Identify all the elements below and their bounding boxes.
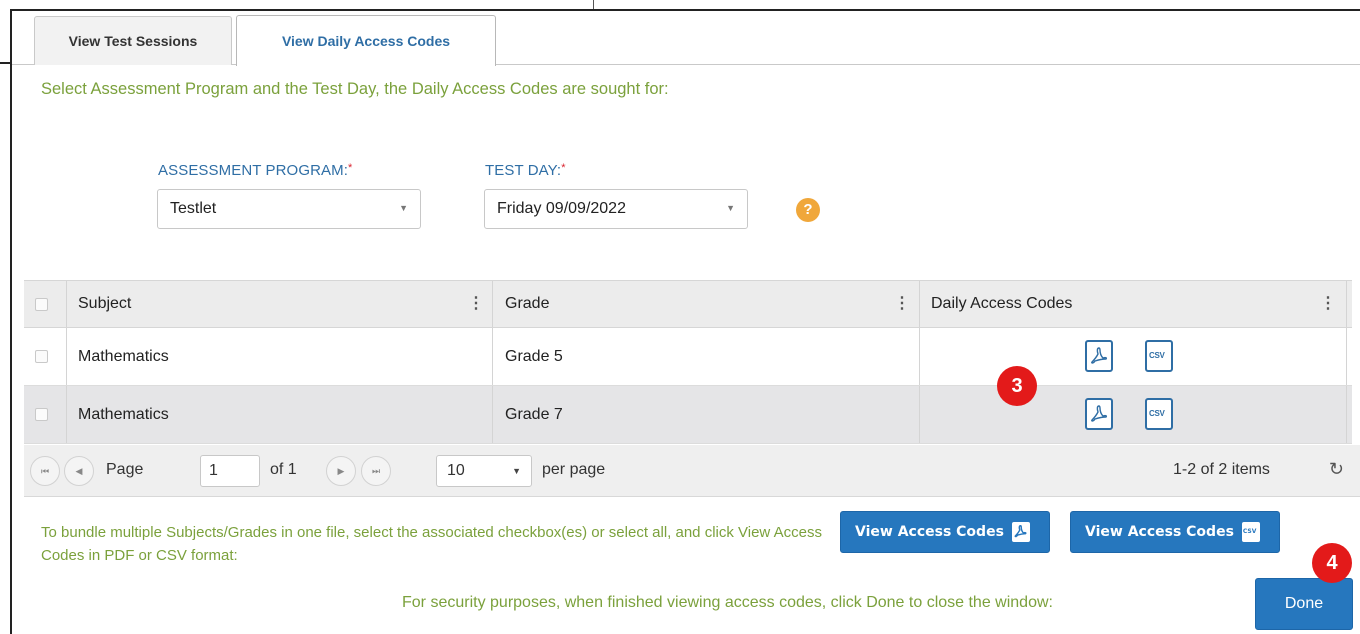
- column-menu-icon[interactable]: ⋮: [894, 293, 910, 313]
- first-page-icon[interactable]: ⏮: [30, 456, 60, 486]
- test-day-label-text: TEST DAY:: [485, 162, 562, 179]
- top-divider-tick: [593, 0, 594, 9]
- chevron-down-icon: ▼: [399, 203, 408, 213]
- assessment-program-select[interactable]: Testlet ▼: [157, 189, 421, 229]
- pdf-icon[interactable]: [1085, 398, 1113, 430]
- next-page-icon[interactable]: ▶: [326, 456, 356, 486]
- csv-icon: CSV: [1241, 522, 1260, 542]
- page-number-input[interactable]: 1: [200, 455, 260, 487]
- refresh-icon[interactable]: ↻: [1329, 459, 1344, 480]
- view-access-codes-pdf-button[interactable]: View Access Codes: [840, 511, 1050, 553]
- select-all-checkbox[interactable]: [35, 298, 48, 311]
- column-header-daily-access-codes[interactable]: Daily Access Codes: [931, 281, 1072, 327]
- grid-pager: ⏮ ◀ Page 1 of 1 ▶ ⏭ 10 ▼ per page 1-2 of…: [24, 445, 1360, 497]
- column-divider: [66, 328, 67, 385]
- column-divider: [66, 386, 67, 443]
- test-day-select[interactable]: Friday 09/09/2022 ▼: [484, 189, 748, 229]
- done-button[interactable]: Done: [1255, 578, 1353, 630]
- bundle-instruction-text: To bundle multiple Subjects/Grades in on…: [41, 524, 822, 564]
- access-codes-grid: Subject ⋮ Grade ⋮ Daily Access Codes ⋮ M…: [24, 280, 1352, 444]
- csv-icon-label: CSV: [1149, 409, 1165, 418]
- step-badge-4: 4: [1312, 543, 1352, 583]
- column-header-grade[interactable]: Grade: [505, 281, 549, 327]
- view-pdf-button-label: View Access Codes: [855, 524, 1004, 540]
- cell-grade: Grade 7: [505, 405, 563, 423]
- tab-view-test-sessions[interactable]: View Test Sessions: [34, 16, 232, 65]
- csv-icon-label: CSV: [1149, 351, 1165, 360]
- page-size-value: 10: [447, 462, 465, 479]
- security-instruction-text: For security purposes, when finished vie…: [402, 594, 1053, 611]
- column-menu-icon[interactable]: ⋮: [1320, 293, 1336, 313]
- test-day-label: TEST DAY:*: [485, 162, 566, 179]
- grid-header: Subject ⋮ Grade ⋮ Daily Access Codes ⋮: [24, 280, 1352, 328]
- page-size-select[interactable]: 10 ▼: [436, 455, 532, 487]
- column-divider: [1346, 386, 1347, 443]
- view-access-codes-csv-button[interactable]: View Access Codes CSV: [1070, 511, 1280, 553]
- tab-view-daily-access-codes[interactable]: View Daily Access Codes: [236, 15, 496, 66]
- tab-bar: View Test Sessions View Daily Access Cod…: [12, 11, 1360, 66]
- page-label: Page: [106, 461, 144, 478]
- table-row[interactable]: Mathematics Grade 5 CSV: [24, 328, 1352, 386]
- pdf-icon: [1011, 522, 1030, 542]
- column-divider: [492, 386, 493, 443]
- column-header-subject[interactable]: Subject: [78, 281, 131, 327]
- chevron-down-icon: ▼: [512, 466, 521, 476]
- pdf-icon[interactable]: [1085, 340, 1113, 372]
- cell-grade: Grade 5: [505, 347, 563, 365]
- table-row[interactable]: Mathematics Grade 7 CSV: [24, 386, 1352, 444]
- view-csv-button-label: View Access Codes: [1085, 524, 1234, 540]
- page-count-label: of 1: [270, 461, 297, 478]
- column-divider: [919, 386, 920, 443]
- test-day-value: Friday 09/09/2022: [497, 200, 626, 217]
- assessment-program-label: ASSESSMENT PROGRAM:*: [158, 162, 352, 179]
- outer-frame-stub: [0, 62, 12, 64]
- step-badge-3: 3: [997, 366, 1037, 406]
- chevron-down-icon: ▼: [726, 203, 735, 213]
- previous-page-icon[interactable]: ◀: [64, 456, 94, 486]
- items-info: 1-2 of 2 items: [1173, 461, 1270, 478]
- column-divider: [919, 281, 920, 327]
- column-divider: [492, 281, 493, 327]
- required-mark: *: [348, 162, 353, 174]
- instruction-text: Select Assessment Program and the Test D…: [41, 80, 669, 98]
- help-icon[interactable]: ?: [796, 198, 820, 222]
- column-divider: [66, 281, 67, 327]
- cell-subject: Mathematics: [78, 347, 169, 365]
- column-menu-icon[interactable]: ⋮: [468, 293, 484, 313]
- csv-icon-label: CSV: [1242, 528, 1257, 535]
- row-checkbox[interactable]: [35, 408, 48, 421]
- assessment-program-value: Testlet: [170, 200, 217, 217]
- cell-subject: Mathematics: [78, 405, 169, 423]
- per-page-label: per page: [542, 461, 606, 478]
- required-mark: *: [561, 162, 566, 174]
- row-checkbox[interactable]: [35, 350, 48, 363]
- csv-icon[interactable]: CSV: [1145, 340, 1173, 372]
- assessment-program-label-text: ASSESSMENT PROGRAM:: [158, 162, 348, 179]
- csv-icon[interactable]: CSV: [1145, 398, 1173, 430]
- window-frame-left: [10, 9, 12, 634]
- column-divider: [1346, 281, 1347, 327]
- column-divider: [919, 328, 920, 385]
- column-divider: [492, 328, 493, 385]
- last-page-icon[interactable]: ⏭: [361, 456, 391, 486]
- column-divider: [1346, 328, 1347, 385]
